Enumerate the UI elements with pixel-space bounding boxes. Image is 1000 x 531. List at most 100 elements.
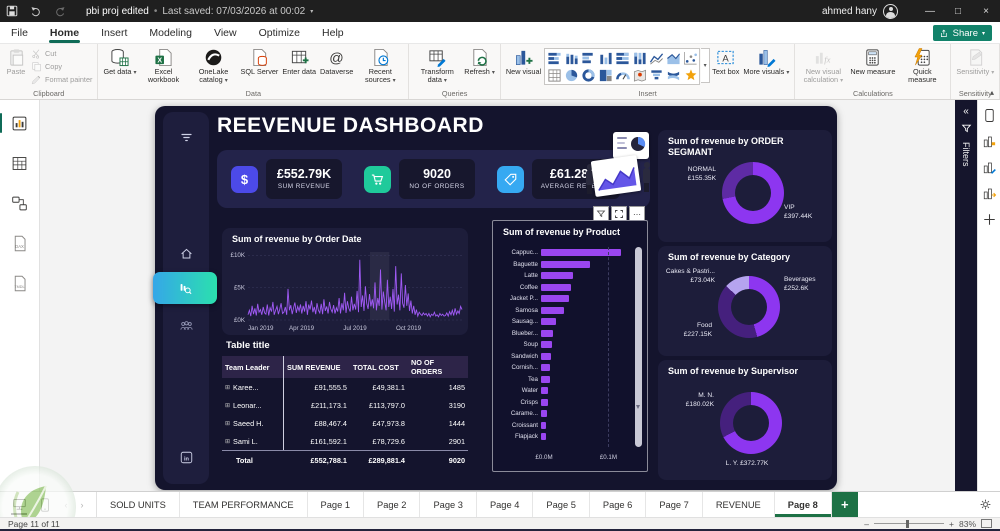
menu-tab-insert[interactable]: Insert <box>90 22 138 44</box>
model-view-icon[interactable] <box>7 190 33 216</box>
page-tab-page-1[interactable]: Page 1 <box>308 492 364 517</box>
product-bar-row[interactable]: Coffee <box>499 282 631 294</box>
menu-tab-help[interactable]: Help <box>311 22 355 44</box>
product-bar-row[interactable]: Cappuc... <box>499 247 631 259</box>
product-bar-row[interactable]: Samosa <box>499 305 631 317</box>
revenue-by-supervisor-donut[interactable]: Sum of revenue by Supervisor L. Y. £372.… <box>658 360 832 480</box>
dataverse-button[interactable]: @ Dataverse <box>318 46 355 76</box>
new-visual-button[interactable]: New visual <box>504 46 543 76</box>
sparkline-visual-icon[interactable] <box>682 67 698 83</box>
product-bar-row[interactable]: Water <box>499 385 631 397</box>
zoom-out-icon[interactable]: – <box>864 519 869 529</box>
ribbon-chart-visual-icon[interactable] <box>665 67 681 83</box>
team-leader-table-visual[interactable]: Table title Team Leader SUM REVENUE TOTA… <box>222 340 468 474</box>
kpi-card-no-of-orders[interactable]: 9020 NO OF ORDERS <box>399 159 475 199</box>
product-bar-row[interactable]: Baguette <box>499 259 631 271</box>
save-icon[interactable] <box>0 0 24 22</box>
redo-icon[interactable] <box>48 0 72 22</box>
clustered-bar-visual-icon[interactable] <box>580 50 596 66</box>
title-dropdown-caret[interactable]: ▾ <box>310 8 313 15</box>
revenue-by-order-segment-donut[interactable]: Sum of revenue by ORDER SEGMANT VIP £397.… <box>658 130 832 242</box>
gauge-visual-icon[interactable] <box>614 67 630 83</box>
matrix-visual-icon[interactable] <box>546 67 562 83</box>
new-measure-button[interactable]: New measure <box>848 46 897 76</box>
share-button[interactable]: Share ▾ <box>932 25 992 41</box>
scroll-tabs-left-icon[interactable]: ‹ <box>60 500 72 510</box>
bar-chart-scrollbar[interactable] <box>635 247 642 447</box>
menu-tab-file[interactable]: File <box>0 22 39 44</box>
new-visual-calculation-button[interactable]: fx New visual calculation ▾ <box>798 46 848 85</box>
nav-item-chart-search-selected[interactable] <box>153 272 217 304</box>
product-bar-row[interactable]: Croissant <box>499 420 631 432</box>
page-tab-page-2[interactable]: Page 2 <box>364 492 421 517</box>
transform-data-button[interactable]: Transform data ▾ <box>412 46 462 85</box>
menu-tab-home[interactable]: Home <box>39 22 90 44</box>
undo-icon[interactable] <box>24 0 48 22</box>
product-bar-row[interactable]: Flapjack <box>499 431 631 443</box>
filters-pane-collapsed[interactable]: « Filters <box>955 100 977 491</box>
text-box-button[interactable]: A Text box <box>710 46 741 76</box>
report-view-icon[interactable] <box>0 110 33 136</box>
minimize-button[interactable]: — <box>916 0 944 22</box>
page-tab-page-6[interactable]: Page 6 <box>590 492 647 517</box>
table-view-icon[interactable] <box>7 150 33 176</box>
copy-button[interactable]: Copy <box>29 60 94 73</box>
table-row[interactable]: ⊞ Leonar... £211,173.1 £113,797.0 3190 <box>222 396 468 414</box>
gallery-expand-icon[interactable]: ▾ <box>701 48 711 83</box>
bar-100-visual-icon[interactable] <box>614 50 630 66</box>
product-bar-row[interactable]: Latte <box>499 270 631 282</box>
cut-button[interactable]: Cut <box>29 47 94 60</box>
product-bar-row[interactable]: Sausag... <box>499 316 631 328</box>
menu-tab-optimize[interactable]: Optimize <box>248 22 311 44</box>
donut-chart[interactable] <box>720 392 782 454</box>
refresh-button[interactable]: Refresh ▾ <box>462 46 497 77</box>
revenue-by-product-chart[interactable]: Sum of revenue by Product Cappuc... Bagu… <box>492 220 648 472</box>
donut-chart[interactable] <box>718 276 780 338</box>
onelake-catalog-button[interactable]: OneLake catalog ▾ <box>189 46 239 85</box>
maximize-button[interactable]: □ <box>944 0 972 22</box>
column-100-visual-icon[interactable] <box>631 50 647 66</box>
nav-item-home[interactable] <box>163 242 209 264</box>
paste-button[interactable]: Paste <box>3 46 29 76</box>
add-page-button[interactable]: + <box>831 492 858 517</box>
product-bar-row[interactable]: Cornish... <box>499 362 631 374</box>
clustered-column-visual-icon[interactable] <box>597 50 613 66</box>
expand-row-icon[interactable]: ⊞ <box>225 384 230 391</box>
product-bar-row[interactable]: Crisps <box>499 397 631 409</box>
donut-visual-icon[interactable] <box>580 67 596 83</box>
table-row[interactable]: ⊞ Saeed H. £88,467.4 £47,973.8 1444 <box>222 414 468 432</box>
format-painter-button[interactable]: Format painter <box>29 73 94 86</box>
recent-sources-button[interactable]: Recent sources ▾ <box>355 46 405 85</box>
nav-item-filter-lines[interactable] <box>163 126 209 148</box>
product-bar-row[interactable]: Blueber... <box>499 328 631 340</box>
page-tab-page-5[interactable]: Page 5 <box>533 492 590 517</box>
page-tab-page-3[interactable]: Page 3 <box>420 492 477 517</box>
desktop-view-icon[interactable] <box>8 495 30 515</box>
map-visual-icon[interactable] <box>631 67 647 83</box>
expand-row-icon[interactable]: ⊞ <box>225 402 230 409</box>
table-row[interactable]: ⊞ Sami L. £161,592.1 £78,729.6 2901 <box>222 432 468 450</box>
get-data-button[interactable]: Get data ▾ <box>101 46 138 77</box>
nav-item-linkedin[interactable]: in <box>163 446 209 468</box>
donut-chart[interactable] <box>722 162 784 224</box>
product-bar-row[interactable]: Jacket P... <box>499 293 631 305</box>
pie-visual-icon[interactable] <box>563 67 579 83</box>
stacked-column-visual-icon[interactable] <box>563 50 579 66</box>
zoom-slider[interactable] <box>874 519 945 528</box>
table-row[interactable]: ⊞ Karee... £91,555.5 £49,381.1 1485 <box>222 378 468 396</box>
menu-tab-modeling[interactable]: Modeling <box>138 22 203 44</box>
revenue-by-order-date-chart[interactable]: Sum of revenue by Order Date £0K £5K £10K J… <box>222 228 468 335</box>
sensitivity-button[interactable]: Sensitivity ▾ <box>954 46 996 77</box>
expand-row-icon[interactable]: ⊞ <box>225 420 230 427</box>
excel-workbook-button[interactable]: X Excel workbook <box>139 46 189 85</box>
expand-pane-icon[interactable]: « <box>963 106 969 117</box>
mobile-view-icon[interactable] <box>34 495 56 515</box>
illustration-image-visual[interactable] <box>585 132 651 206</box>
page-tab-page-8[interactable]: Page 8 <box>775 492 832 517</box>
product-bar-row[interactable]: Soup <box>499 339 631 351</box>
area-visual-icon[interactable] <box>665 50 681 66</box>
zoom-in-icon[interactable]: + <box>949 519 954 529</box>
nav-item-people[interactable] <box>163 314 209 336</box>
stacked-bar-visual-icon[interactable] <box>546 50 562 66</box>
page-tab-sold-units[interactable]: SOLD UNITS <box>97 492 180 517</box>
